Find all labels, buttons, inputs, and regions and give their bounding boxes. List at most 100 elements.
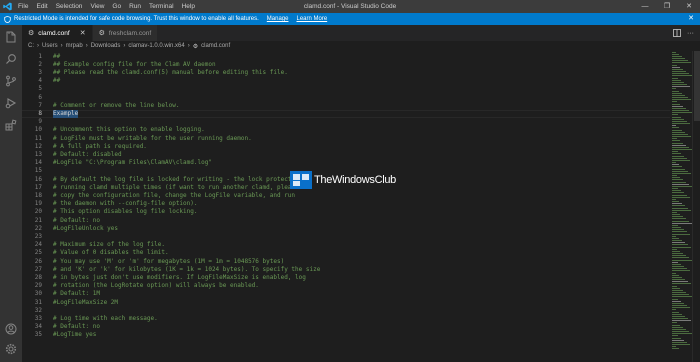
breadcrumb-item[interactable]: clamav-1.0.0.win.x64 (128, 43, 184, 49)
code-text: #LogFile "C:\Program Files\ClamAV\clamd.… (53, 159, 212, 167)
code-text: #LogFileMaxSize 2M (53, 298, 119, 306)
code-line[interactable]: 28 # in bytes just don't use modifiers. I… (22, 274, 670, 282)
code-line[interactable]: 5 (22, 85, 670, 93)
scrollbar-thumb[interactable] (694, 51, 700, 121)
minimap-line (672, 273, 676, 274)
code-line[interactable]: 35 #LogTime yes (22, 331, 670, 339)
minimap-line (672, 277, 682, 278)
close-tab-icon[interactable]: ✕ (80, 29, 86, 37)
menu-run[interactable]: Run (125, 0, 145, 13)
code-line[interactable]: 25 # Value of 0 disables the limit. (22, 249, 670, 257)
banner-close-button[interactable]: ✕ (688, 13, 694, 25)
extensions-icon[interactable] (5, 119, 17, 131)
code-text: #LogTime yes (53, 331, 97, 339)
minimap-line (672, 162, 676, 163)
menu-view[interactable]: View (86, 0, 108, 13)
code-line[interactable]: 20 # This option disables log file lockin… (22, 208, 670, 216)
code-editor[interactable]: 1 ## 2 ## Example config file for the Clam … (22, 51, 670, 362)
tab-freshclam-conf[interactable]: ⚙ freshclam.conf (92, 25, 159, 41)
menu-terminal[interactable]: Terminal (145, 0, 178, 13)
menu-file[interactable]: File (14, 0, 32, 13)
minimap-line (672, 91, 679, 92)
code-text: # the daemon with --config-file option). (53, 200, 198, 208)
learn-more-link[interactable]: Learn More (296, 16, 327, 22)
breadcrumb-item[interactable]: Downloads (91, 43, 121, 49)
code-line[interactable]: 32 (22, 307, 670, 315)
split-editor-icon[interactable] (673, 29, 681, 37)
code-line[interactable]: 12 # A full path is required. (22, 143, 670, 151)
code-line[interactable]: 13 # Default: disabled (22, 151, 670, 159)
line-number: 11 (34, 134, 42, 142)
close-window-button[interactable]: ✕ (678, 0, 700, 13)
code-line[interactable]: 18 # copy the configuration file, change … (22, 192, 670, 200)
minimap-line (672, 303, 684, 304)
maximize-button[interactable]: ❐ (656, 0, 678, 13)
source-control-icon[interactable] (5, 75, 17, 87)
code-line[interactable]: 1 ## (22, 53, 670, 61)
code-line[interactable]: 23 (22, 233, 670, 241)
code-line[interactable]: 8 Example (22, 109, 670, 119)
menu-go[interactable]: Go (108, 0, 125, 13)
settings-gear-icon[interactable] (5, 343, 17, 355)
minimap-line (672, 151, 678, 152)
code-line[interactable]: 24 # Maximum size of the log file. (22, 241, 670, 249)
minimap-line (672, 164, 679, 165)
run-debug-icon[interactable] (5, 97, 17, 109)
code-line[interactable]: 7 # Comment or remove the line below. (22, 102, 670, 110)
code-line[interactable]: 10 # Uncomment this option to enable logg… (22, 126, 670, 134)
watermark-text: TheWindowsClub (314, 174, 397, 186)
code-line[interactable]: 34 # Default: no (22, 323, 670, 331)
code-line[interactable]: 22 #LogFileUnlock yes (22, 225, 670, 233)
watermark: TheWindowsClub (290, 170, 396, 190)
minimap-line (672, 340, 684, 341)
minimize-button[interactable]: — (634, 0, 656, 13)
line-number: 31 (34, 298, 42, 306)
minimap-line (672, 260, 692, 261)
breadcrumb-item[interactable]: Users (42, 43, 58, 49)
menu-selection[interactable]: Selection (52, 0, 87, 13)
line-number: 6 (38, 93, 42, 101)
code-line[interactable]: 26 # You may use 'M' or 'm' for megabytes… (22, 258, 670, 266)
menu-help[interactable]: Help (178, 0, 199, 13)
minimap-line (672, 214, 680, 215)
code-line[interactable]: 14 #LogFile "C:\Program Files\ClamAV\clam… (22, 159, 670, 167)
search-icon[interactable] (5, 53, 17, 65)
minimap-line (672, 199, 676, 200)
code-line[interactable]: 31 #LogFileMaxSize 2M (22, 299, 670, 307)
manage-link[interactable]: Manage (267, 16, 289, 22)
code-text: # By default the log file is locked for … (53, 175, 296, 183)
minimap[interactable] (670, 51, 692, 351)
code-line[interactable]: 30 # Default: 1M (22, 290, 670, 298)
tab-clamd-conf[interactable]: ⚙ clamd.conf ✕ (22, 25, 93, 41)
minimap-line (672, 121, 687, 122)
vertical-scrollbar[interactable] (692, 51, 700, 362)
code-line[interactable]: 6 (22, 94, 670, 102)
gear-file-icon: ⚙ (28, 30, 35, 37)
minimap-line (672, 201, 679, 202)
code-line[interactable]: 27 # and 'K' or 'k' for kilobytes (1K = 1… (22, 266, 670, 274)
explorer-icon[interactable] (5, 31, 17, 43)
breadcrumb-item[interactable]: clamd.conf (201, 43, 230, 49)
account-icon[interactable] (5, 323, 17, 335)
code-line[interactable]: 21 # Default: no (22, 217, 670, 225)
minimap-line (672, 195, 687, 196)
code-line[interactable]: 33 # Log time with each message. (22, 315, 670, 323)
code-line[interactable]: 2 ## Example config file for the Clam AV … (22, 61, 670, 69)
code-line[interactable]: 3 ## Please read the clamd.conf(5) manual… (22, 69, 670, 77)
code-line[interactable]: 19 # the daemon with --config-file option… (22, 200, 670, 208)
minimap-line (672, 270, 690, 271)
breadcrumb-item[interactable]: mrpab (66, 43, 83, 49)
code-line[interactable]: 9 (22, 118, 670, 126)
minimap-line (672, 221, 689, 222)
minimap-line (672, 99, 691, 100)
menu-edit[interactable]: Edit (32, 0, 51, 13)
code-line[interactable]: 4 ## (22, 77, 670, 85)
line-number: 1 (38, 52, 42, 60)
line-number: 29 (34, 282, 42, 290)
watermark-logo (290, 171, 312, 189)
minimap-line (672, 227, 681, 228)
code-line[interactable]: 29 # rotation (the LogRotate option) will… (22, 282, 670, 290)
code-line[interactable]: 11 # LogFile must be writable for the use… (22, 135, 670, 143)
more-actions-icon[interactable]: ··· (687, 30, 694, 37)
breadcrumb-item[interactable]: C: (28, 43, 34, 49)
